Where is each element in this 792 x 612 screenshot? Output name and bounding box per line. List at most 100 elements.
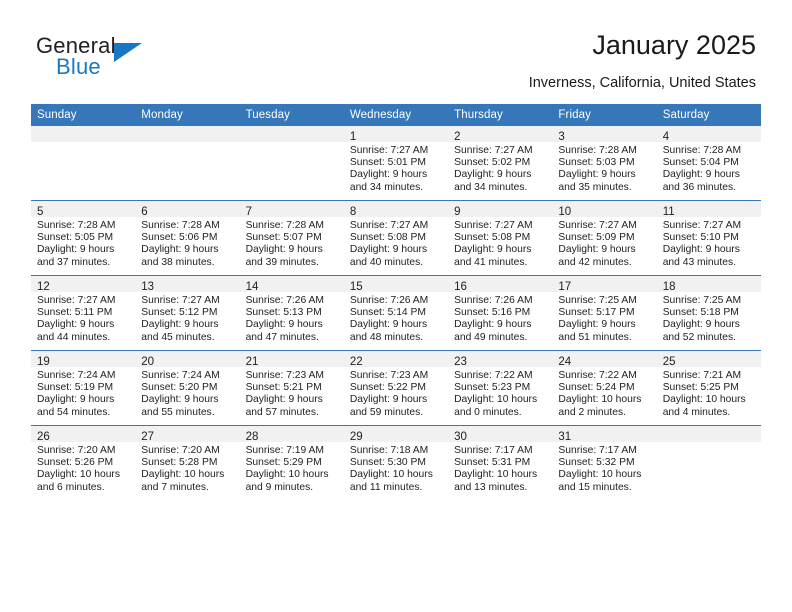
calendar-day-cell[interactable]: 25 Sunrise: 7:21 AM Sunset: 5:25 PM Dayligh… (656, 350, 761, 426)
calendar-day-cell[interactable]: 28 Sunrise: 7:19 AM Sunset: 5:29 PM Dayligh… (239, 425, 344, 500)
calendar-day-cell[interactable]: 17 Sunrise: 7:25 AM Sunset: 5:17 PM Dayligh… (552, 275, 657, 351)
day-sun-info: Sunrise: 7:28 AM Sunset: 5:03 PM Daylight:… (552, 142, 656, 194)
day-sun-info: Sunrise: 7:27 AM Sunset: 5:02 PM Daylight:… (448, 142, 552, 194)
sunset-time: Sunset: 5:13 PM (245, 307, 322, 319)
calendar-day-cell[interactable]: 27 Sunrise: 7:20 AM Sunset: 5:28 PM Dayligh… (135, 425, 240, 500)
calendar-day-cell[interactable]: 15 Sunrise: 7:26 AM Sunset: 5:14 PM Dayligh… (343, 275, 449, 351)
day-number: 26 (37, 431, 50, 443)
daylight-duration-line1: Daylight: 9 hours (558, 244, 636, 256)
calendar-day-cell[interactable]: 24 Sunrise: 7:22 AM Sunset: 5:24 PM Dayligh… (552, 350, 657, 426)
day-number: 3 (558, 131, 565, 143)
day-number-strip: 9 (448, 201, 553, 218)
day-number-strip: 5 (31, 201, 136, 218)
day-number: 19 (37, 356, 50, 368)
calendar-day-cell[interactable]: 2 Sunrise: 7:27 AM Sunset: 5:02 PM Daylight… (448, 126, 553, 201)
calendar-day-cell[interactable]: 3 Sunrise: 7:28 AM Sunset: 5:03 PM Daylight… (552, 126, 657, 201)
daylight-duration-line2: and 47 minutes. (245, 331, 319, 343)
calendar-day-cell[interactable]: 1 Sunrise: 7:27 AM Sunset: 5:01 PM Daylight… (343, 126, 449, 201)
calendar-day-cell[interactable]: 7 Sunrise: 7:28 AM Sunset: 5:07 PM Daylight… (239, 200, 344, 276)
day-number-strip: 6 (135, 201, 240, 218)
calendar-day-cell[interactable]: 5 Sunrise: 7:28 AM Sunset: 5:05 PM Daylight… (31, 200, 136, 276)
calendar-day-cell[interactable]: 23 Sunrise: 7:22 AM Sunset: 5:23 PM Dayligh… (448, 350, 553, 426)
calendar-day-cell[interactable]: 9 Sunrise: 7:27 AM Sunset: 5:08 PM Daylight… (448, 200, 553, 276)
sunset-time: Sunset: 5:19 PM (37, 382, 114, 394)
day-sun-info: Sunrise: 7:26 AM Sunset: 5:13 PM Daylight:… (240, 292, 344, 344)
calendar-day-cell[interactable]: 21 Sunrise: 7:23 AM Sunset: 5:21 PM Dayligh… (239, 350, 344, 426)
calendar-body: 1 Sunrise: 7:27 AM Sunset: 5:01 PM Daylight… (31, 126, 761, 500)
daylight-duration-line2: and 39 minutes. (245, 256, 319, 268)
calendar-week-row: 12 Sunrise: 7:27 AM Sunset: 5:11 PM Dayligh… (31, 275, 761, 351)
day-cell-content: 20 Sunrise: 7:24 AM Sunset: 5:20 PM Dayligh… (135, 351, 240, 425)
calendar-week-row: 26 Sunrise: 7:20 AM Sunset: 5:26 PM Dayligh… (31, 425, 761, 500)
calendar-day-cell[interactable]: 31 Sunrise: 7:17 AM Sunset: 5:32 PM Dayligh… (552, 425, 657, 500)
sunset-time: Sunset: 5:20 PM (141, 382, 218, 394)
day-sun-info: Sunrise: 7:27 AM Sunset: 5:08 PM Daylight:… (448, 217, 552, 269)
daylight-duration-line2: and 48 minutes. (349, 331, 424, 343)
day-number: 31 (558, 431, 572, 443)
day-cell-content: 12 Sunrise: 7:27 AM Sunset: 5:11 PM Dayligh… (31, 276, 136, 350)
day-number: 1 (349, 131, 357, 143)
calendar-day-cell[interactable]: 29 Sunrise: 7:18 AM Sunset: 5:30 PM Dayligh… (343, 425, 449, 500)
day-sun-info: Sunrise: 7:17 AM Sunset: 5:32 PM Daylight:… (552, 442, 656, 494)
daylight-duration-line2: and 9 minutes. (245, 481, 314, 493)
sunrise-time: Sunrise: 7:27 AM (349, 220, 429, 231)
daylight-duration-line1: Daylight: 9 hours (37, 244, 115, 256)
calendar-week-row: 1 Sunrise: 7:27 AM Sunset: 5:01 PM Daylight… (31, 126, 761, 201)
day-number: 11 (662, 206, 675, 218)
calendar-day-cell[interactable]: 12 Sunrise: 7:27 AM Sunset: 5:11 PM Dayligh… (31, 275, 136, 351)
daylight-duration-line1: Daylight: 9 hours (141, 394, 219, 406)
calendar-day-cell[interactable]: 26 Sunrise: 7:20 AM Sunset: 5:26 PM Dayligh… (31, 425, 136, 500)
sunset-time: Sunset: 5:22 PM (349, 382, 426, 394)
day-number: 12 (37, 281, 50, 293)
weekday-header-tuesday: Tuesday (239, 104, 344, 126)
day-number: 8 (349, 206, 357, 218)
day-number: 5 (37, 206, 44, 218)
calendar-week-row: 19 Sunrise: 7:24 AM Sunset: 5:19 PM Dayligh… (31, 350, 761, 426)
day-number-strip: 12 (31, 276, 136, 293)
calendar-day-cell[interactable]: 10 Sunrise: 7:27 AM Sunset: 5:09 PM Dayligh… (552, 200, 657, 276)
calendar-day-cell[interactable]: 14 Sunrise: 7:26 AM Sunset: 5:13 PM Dayligh… (239, 275, 344, 351)
daylight-duration-line1: Daylight: 9 hours (141, 244, 219, 256)
daylight-duration-line2: and 42 minutes. (558, 256, 632, 268)
day-sun-info: Sunrise: 7:26 AM Sunset: 5:16 PM Daylight:… (448, 292, 552, 344)
day-number: 14 (245, 281, 259, 293)
calendar-day-cell[interactable]: 19 Sunrise: 7:24 AM Sunset: 5:19 PM Dayligh… (31, 350, 136, 426)
day-cell-content: 28 Sunrise: 7:19 AM Sunset: 5:29 PM Dayligh… (239, 426, 344, 500)
calendar-day-cell[interactable]: 16 Sunrise: 7:26 AM Sunset: 5:16 PM Dayligh… (448, 275, 553, 351)
daylight-duration-line2: and 54 minutes. (37, 406, 111, 418)
calendar-day-cell[interactable]: 22 Sunrise: 7:23 AM Sunset: 5:22 PM Dayligh… (343, 350, 449, 426)
sunrise-time: Sunrise: 7:22 AM (558, 370, 637, 381)
page-header: General Blue January 2025 Inverness, Cal… (0, 0, 792, 100)
sunset-time: Sunset: 5:18 PM (662, 307, 739, 319)
daylight-duration-line1: Daylight: 9 hours (245, 244, 323, 256)
daylight-duration-line2: and 55 minutes. (141, 406, 215, 418)
day-cell-content (31, 126, 136, 200)
day-cell-content: 11 Sunrise: 7:27 AM Sunset: 5:10 PM Dayligh… (656, 201, 761, 275)
calendar-day-cell[interactable]: 8 Sunrise: 7:27 AM Sunset: 5:08 PM Daylight… (343, 200, 449, 276)
calendar-day-cell[interactable]: 20 Sunrise: 7:24 AM Sunset: 5:20 PM Dayligh… (135, 350, 240, 426)
sunset-time: Sunset: 5:30 PM (349, 457, 426, 469)
daylight-duration-line1: Daylight: 9 hours (558, 169, 636, 181)
sunrise-time: Sunrise: 7:17 AM (558, 445, 637, 456)
day-cell-content: 15 Sunrise: 7:26 AM Sunset: 5:14 PM Dayligh… (343, 276, 449, 350)
calendar-day-cell[interactable]: 30 Sunrise: 7:17 AM Sunset: 5:31 PM Dayligh… (448, 425, 553, 500)
day-number-strip: 1 (343, 126, 449, 143)
calendar-day-cell[interactable]: 4 Sunrise: 7:28 AM Sunset: 5:04 PM Daylight… (656, 126, 761, 201)
calendar-day-cell[interactable]: 13 Sunrise: 7:27 AM Sunset: 5:12 PM Dayligh… (135, 275, 240, 351)
day-sun-info: Sunrise: 7:25 AM Sunset: 5:17 PM Daylight:… (552, 292, 656, 344)
calendar-day-cell[interactable]: 6 Sunrise: 7:28 AM Sunset: 5:06 PM Daylight… (135, 200, 240, 276)
logo-text-blue: Blue (56, 54, 101, 79)
page-subtitle: Inverness, California, United States (528, 75, 756, 91)
day-cell-content: 25 Sunrise: 7:21 AM Sunset: 5:25 PM Dayligh… (656, 351, 761, 425)
sunrise-time: Sunrise: 7:27 AM (662, 220, 742, 231)
day-sun-info: Sunrise: 7:24 AM Sunset: 5:20 PM Daylight:… (135, 367, 239, 419)
weekday-header-sunday: Sunday (31, 104, 136, 126)
day-sun-info: Sunrise: 7:27 AM Sunset: 5:10 PM Daylight:… (657, 217, 761, 269)
calendar-day-cell[interactable]: 18 Sunrise: 7:25 AM Sunset: 5:18 PM Dayligh… (656, 275, 761, 351)
day-sun-info: Sunrise: 7:27 AM Sunset: 5:08 PM Daylight:… (344, 217, 448, 269)
day-number: 22 (349, 356, 363, 368)
day-sun-info: Sunrise: 7:25 AM Sunset: 5:18 PM Daylight:… (657, 292, 761, 344)
day-cell-content: 14 Sunrise: 7:26 AM Sunset: 5:13 PM Dayligh… (239, 276, 344, 350)
day-number-strip: 15 (343, 276, 449, 293)
calendar-day-cell[interactable]: 11 Sunrise: 7:27 AM Sunset: 5:10 PM Dayligh… (656, 200, 761, 276)
